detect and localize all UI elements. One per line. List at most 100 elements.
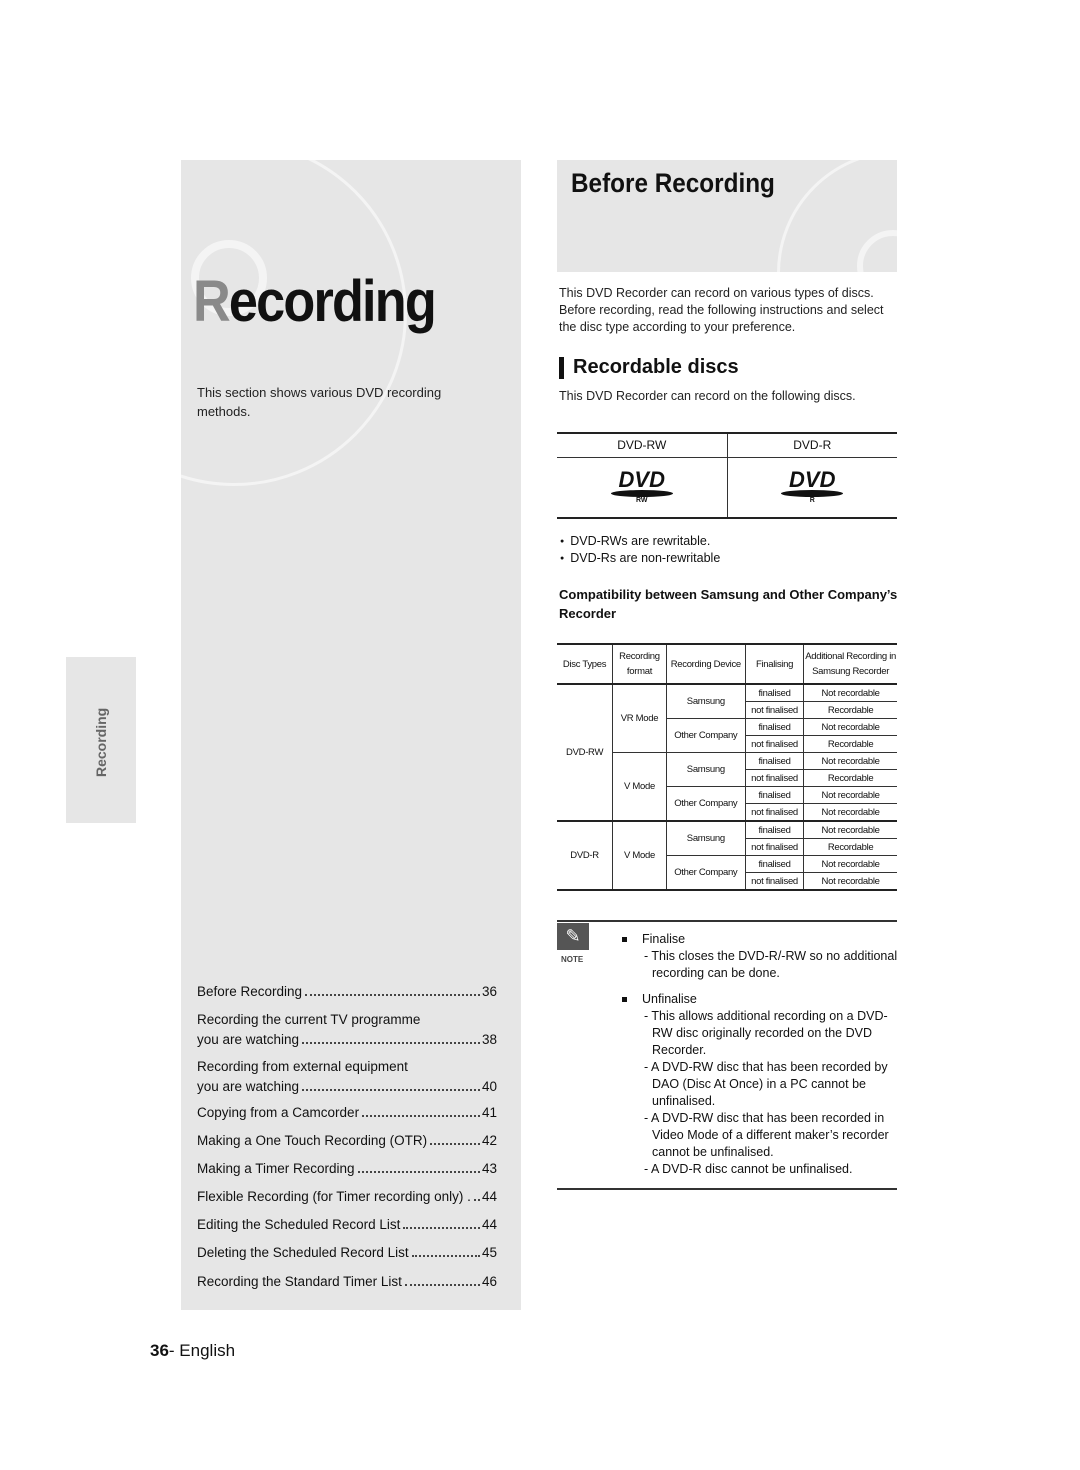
toc-entry[interactable]: Making a Timer Recording 43 — [197, 1161, 497, 1180]
finalising-cell: finalised — [744, 718, 805, 736]
note-item: - This allows additional recording on a … — [644, 1009, 888, 1057]
side-tab: Recording — [66, 657, 136, 823]
page-footer: 36- English — [150, 1341, 235, 1361]
column-header: Finalising — [744, 644, 805, 685]
toc-entry[interactable]: Recording from external equipment you are… — [197, 1059, 497, 1098]
note-label: NOTE — [561, 955, 584, 964]
dot-leader — [403, 1227, 480, 1229]
device-cell: Other Company — [666, 855, 746, 891]
toc-entry[interactable]: Copying from a Camcorder 41 — [197, 1105, 497, 1124]
toc-entry[interactable]: Editing the Scheduled Record List 44 — [197, 1217, 497, 1236]
intro-text: This DVD Recorder can record on various … — [559, 286, 884, 334]
finalising-cell: not finalised — [745, 701, 805, 719]
toc-label: Recording the current TV programme — [197, 1012, 421, 1027]
finalising-cell: finalised — [744, 752, 805, 770]
recordable-cell: Not recordable — [803, 683, 897, 702]
recordable-cell: Not recordable — [803, 786, 897, 804]
finalising-cell: finalised — [744, 786, 805, 804]
divider — [557, 1188, 897, 1190]
toc-entry[interactable]: Recording the current TV programme you ar… — [197, 1012, 497, 1051]
toc-page: 38 — [481, 1032, 497, 1047]
toc-page: 41 — [481, 1105, 497, 1120]
compat-heading: Compatibility between Samsung and Other … — [559, 587, 898, 621]
subheading: Recordable discs — [559, 356, 739, 379]
toc-line-row: Copying from a Camcorder 41 — [197, 1105, 497, 1124]
recordable-cell: Not recordable — [803, 803, 897, 822]
toc-label: Deleting the Scheduled Record List — [197, 1245, 409, 1260]
disc-name: DVD-RW — [557, 433, 728, 457]
bullet-item: DVD-RWs are rewritable. — [560, 533, 720, 550]
toc-entry[interactable]: Making a One Touch Recording (OTR) 42 — [197, 1133, 497, 1152]
toc-page: 43 — [481, 1161, 497, 1176]
dot-leader — [411, 1255, 480, 1257]
toc-page: 44 — [481, 1217, 497, 1232]
toc-line-row: Making a Timer Recording 43 — [197, 1161, 497, 1180]
language-label: - English — [168, 1341, 236, 1360]
finalising-cell: not finalised — [745, 838, 805, 856]
dot-leader — [305, 994, 480, 996]
toc-entry[interactable]: Before Recording 36 — [197, 984, 497, 1003]
note-item: - This closes the DVD-R/-RW so no additi… — [644, 949, 898, 980]
recordable-cell: Not recordable — [803, 872, 897, 891]
toc-label: Recording the Standard Timer List — [197, 1274, 402, 1289]
format-cell: V Mode — [612, 820, 667, 891]
finalising-cell: finalised — [744, 820, 805, 839]
disc-type-cell: DVD-RW — [557, 683, 614, 822]
recordable-cell: Recordable — [803, 701, 897, 719]
column-header: Additional Recording in Samsung Recorder — [803, 644, 897, 685]
dvd-r-logo: DVD R — [727, 457, 897, 518]
chapter-title: Recording — [193, 269, 437, 334]
disc-types-table: DVD-RW DVD-R DVD RW DVD R — [557, 432, 897, 519]
toc-page: 44 — [481, 1189, 497, 1204]
section-description: This section shows various DVD recording… — [197, 385, 442, 419]
recordable-cell: Not recordable — [803, 718, 897, 736]
toc-line-row: Before Recording 36 — [197, 984, 497, 1003]
recordable-cell: Not recordable — [803, 752, 897, 770]
disc-name: DVD-R — [793, 438, 832, 453]
bullet-item: DVD-Rs are non-rewritable — [560, 550, 720, 567]
toc-label: Making a One Touch Recording (OTR) — [197, 1133, 428, 1148]
format-cell: VR Mode — [612, 683, 667, 753]
toc-line-row: Making a One Touch Recording (OTR) 42 — [197, 1133, 497, 1152]
recordable-cell: Recordable — [803, 769, 897, 787]
page-number: 36 — [150, 1341, 169, 1360]
toc-label: you are watching — [197, 1032, 300, 1047]
toc-entry[interactable]: Recording the Standard Timer List 46 — [197, 1274, 497, 1293]
toc-line-row: Recording the Standard Timer List 46 — [197, 1274, 497, 1293]
compatibility-table: Disc Types Recording format Recording Devi… — [557, 643, 897, 891]
recordable-cell: Recordable — [803, 838, 897, 856]
toc-line-row: Editing the Scheduled Record List 44 — [197, 1217, 497, 1236]
subheading-intro: This DVD Recorder can record on the foll… — [559, 389, 856, 403]
note-heading: Unfinalise — [622, 991, 902, 1008]
toc-label: Copying from a Camcorder — [197, 1105, 360, 1120]
dot-leader — [404, 1284, 480, 1286]
toc-label: you are watching — [197, 1079, 300, 1094]
table-row: DVD-R V Mode Samsung finalised Not recordabl… — [557, 820, 897, 891]
toc-line-row: Flexible Recording (for Timer recording … — [197, 1189, 497, 1208]
device-cell: Samsung — [665, 752, 746, 787]
page-title: Before Recording — [571, 168, 775, 198]
device-cell: Samsung — [665, 683, 746, 719]
toc-label: Editing the Scheduled Record List — [197, 1217, 401, 1232]
toc-entry[interactable]: Deleting the Scheduled Record List 45 — [197, 1245, 497, 1264]
toc-line-row: you are watching 38 — [197, 1032, 497, 1051]
column-header: Disc Types — [557, 644, 614, 685]
device-cell: Samsung — [665, 820, 746, 856]
table-row: DVD-RW VR Mode Samsung finalised Not recorda… — [557, 683, 897, 822]
note-body: Finalise - This closes the DVD-R/-RW so n… — [622, 931, 902, 1178]
finalising-cell: finalised — [744, 855, 805, 873]
toc-label: Making a Timer Recording — [197, 1161, 355, 1176]
dot-leader — [357, 1171, 480, 1173]
device-cell: Other Company — [666, 786, 746, 822]
toc-entry[interactable]: Flexible Recording (for Timer recording … — [197, 1189, 497, 1208]
toc-line-row: Recording the current TV programme — [197, 1012, 497, 1031]
recordable-cell: Not recordable — [803, 855, 897, 873]
toc-line-row: Deleting the Scheduled Record List 45 — [197, 1245, 497, 1264]
toc-label: Before Recording — [197, 984, 303, 999]
note-item: - A DVD-RW disc that has been recorded b… — [644, 1060, 888, 1108]
toc-line-row: Recording from external equipment — [197, 1059, 497, 1078]
toc-page: 45 — [481, 1245, 497, 1260]
finalising-cell: not finalised — [745, 803, 805, 822]
pencil-icon: ✎ — [557, 923, 589, 950]
toc-label: Flexible Recording (for Timer recording … — [197, 1189, 471, 1204]
